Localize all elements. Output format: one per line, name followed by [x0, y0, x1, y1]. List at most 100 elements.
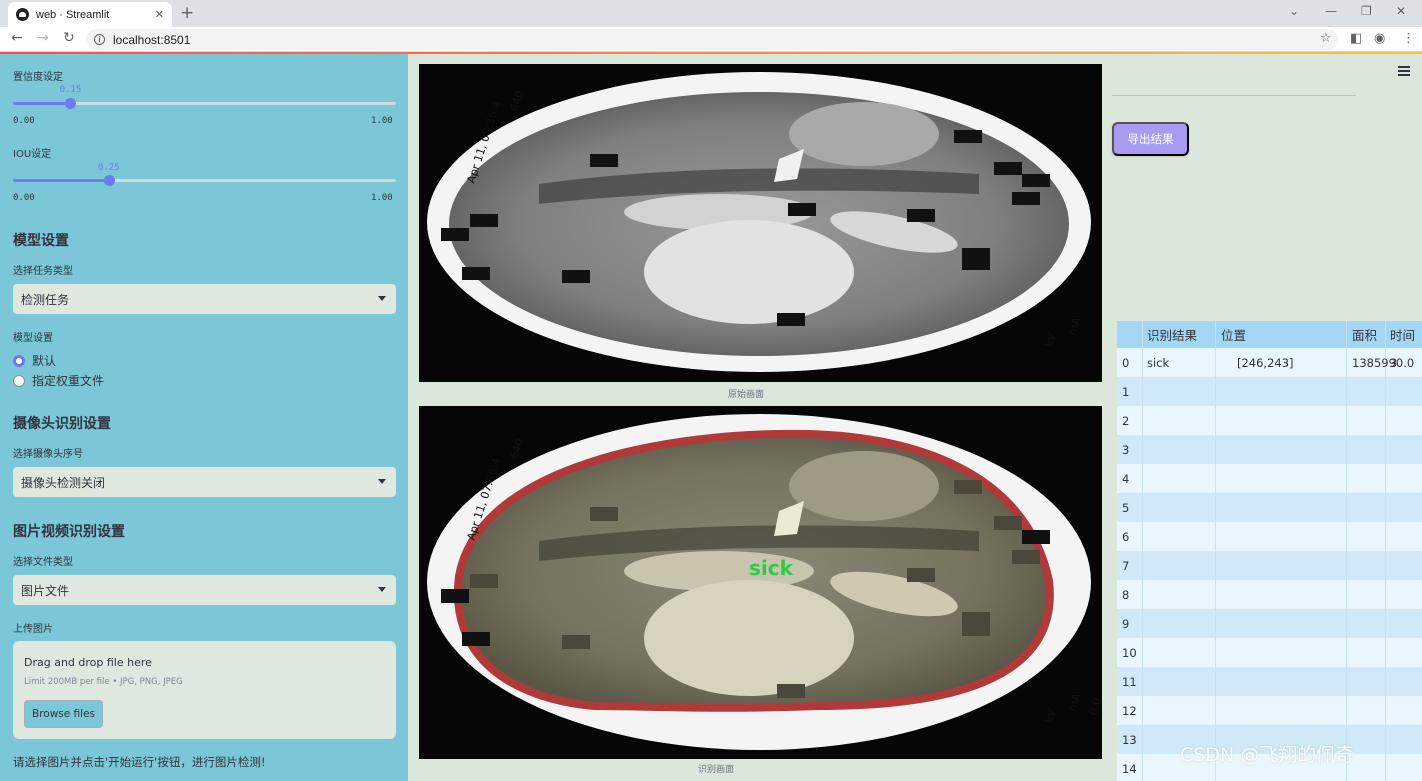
column-header[interactable]: 识别结果: [1147, 321, 1197, 348]
table-row[interactable]: 6: [1117, 522, 1422, 551]
table-cell-area: 1385990.0: [1352, 355, 1415, 370]
column-separator: [1142, 348, 1143, 377]
table-row[interactable]: 3: [1117, 435, 1422, 464]
confidence-value: 0.15: [59, 85, 82, 95]
chevron-down-icon: [378, 587, 386, 592]
task-type-select[interactable]: 检测任务: [13, 284, 396, 314]
column-separator: [1142, 406, 1143, 435]
iou-label: IOU设定: [13, 149, 52, 160]
column-separator: [1215, 696, 1216, 725]
column-separator: [1346, 551, 1347, 580]
column-separator: [1385, 609, 1386, 638]
confidence-slider[interactable]: [13, 98, 396, 109]
model-settings-heading: 模型设置: [13, 233, 69, 249]
model-label: 模型设置: [13, 333, 53, 344]
column-separator: [1215, 551, 1216, 580]
confidence-max: 1.00: [371, 116, 393, 126]
task-type-value: 检测任务: [21, 292, 70, 307]
radio-selected-icon: [13, 354, 25, 367]
confidence-slider-thumb[interactable]: [65, 98, 77, 109]
camera-value: 摄像头检测关闭: [21, 475, 106, 490]
table-cell-time: 3: [1390, 355, 1398, 370]
column-header[interactable]: 面积: [1352, 321, 1377, 348]
column-header[interactable]: 时间: [1390, 321, 1415, 348]
site-info-icon[interactable]: i: [94, 34, 105, 45]
column-separator: [1385, 580, 1386, 609]
column-separator: [1346, 522, 1347, 551]
camera-index-label: 选择摄像头序号: [13, 449, 83, 460]
column-separator: [1215, 435, 1216, 464]
table-cell-idx: 11: [1122, 674, 1137, 689]
column-separator: [1215, 667, 1216, 696]
back-icon[interactable]: ←: [11, 30, 23, 46]
column-separator: [1215, 638, 1216, 667]
close-window-icon[interactable]: ✕: [1396, 4, 1406, 18]
profile-avatar-icon[interactable]: ◉: [1374, 31, 1385, 46]
iou-slider-thumb[interactable]: [103, 175, 115, 186]
browse-files-button[interactable]: Browse files: [24, 700, 103, 728]
column-separator: [1346, 696, 1347, 725]
upload-label: 上传图片: [13, 624, 53, 635]
file-type-select[interactable]: 图片文件: [13, 575, 396, 605]
table-row[interactable]: 8: [1117, 580, 1422, 609]
tab-title: web · Streamlit: [36, 8, 110, 21]
confidence-label: 置信度设定: [13, 72, 63, 83]
table-row[interactable]: 10: [1117, 638, 1422, 667]
table-cell-idx: 12: [1122, 703, 1137, 718]
column-header[interactable]: 位置: [1221, 321, 1246, 348]
column-separator: [1215, 321, 1216, 348]
table-row[interactable]: 9: [1117, 609, 1422, 638]
column-separator: [1346, 667, 1347, 696]
column-separator: [1385, 406, 1386, 435]
browser-tabbar: web · Streamlit ✕ + ⌄ — ❐ ✕: [0, 0, 1422, 27]
table-cell-idx: 8: [1122, 587, 1130, 602]
column-separator: [1346, 464, 1347, 493]
column-separator: [1142, 377, 1143, 406]
table-row[interactable]: 5: [1117, 493, 1422, 522]
column-separator: [1346, 435, 1347, 464]
table-row[interactable]: 4: [1117, 464, 1422, 493]
bookmark-star-icon[interactable]: ☆: [1320, 31, 1332, 46]
restore-icon[interactable]: ❐: [1361, 4, 1372, 18]
minimize-icon[interactable]: —: [1325, 4, 1337, 18]
table-row[interactable]: 11: [1117, 667, 1422, 696]
column-separator: [1385, 754, 1386, 781]
radio-custom-weights-label: 指定权重文件: [32, 374, 105, 388]
table-row[interactable]: 1: [1117, 377, 1422, 406]
column-separator: [1142, 522, 1143, 551]
reload-icon[interactable]: ↻: [63, 30, 75, 46]
iou-slider-fill: [13, 179, 109, 182]
table-row[interactable]: 7: [1117, 551, 1422, 580]
side-panel-icon[interactable]: ◧: [1350, 31, 1362, 46]
radio-custom-weights[interactable]: 指定权重文件: [13, 372, 104, 389]
url-field[interactable]: i localhost:8501: [86, 29, 1338, 50]
results-table[interactable]: 识别结果 位置 面积 时间 0 sick [246,243] 1385990.0 3 1 2 3 4 5 6…: [1117, 321, 1422, 781]
column-separator: [1142, 667, 1143, 696]
file-dropzone[interactable]: Drag and drop file here Limit 200MB per …: [13, 641, 396, 739]
table-cell-idx: 13: [1122, 732, 1137, 747]
column-separator: [1385, 464, 1386, 493]
tab-search-icon[interactable]: ⌄: [1289, 4, 1299, 18]
column-separator: [1346, 493, 1347, 522]
radio-default[interactable]: 默认: [13, 352, 56, 369]
browser-tab[interactable]: web · Streamlit ✕: [8, 2, 172, 27]
column-separator: [1142, 754, 1143, 781]
dropzone-limit: Limit 200MB per file • JPG, PNG, JPEG: [24, 677, 183, 687]
forward-icon[interactable]: →: [37, 30, 49, 46]
more-menu-icon[interactable]: ⋮: [1402, 31, 1415, 46]
iou-slider[interactable]: [13, 175, 396, 186]
main-panel: Apr 11, 07:36:4 640 kV mA 原始画面 sick Apr …: [408, 54, 1422, 781]
table-row[interactable]: 0 sick [246,243] 1385990.0 3: [1117, 348, 1422, 377]
camera-select[interactable]: 摄像头检测关闭: [13, 467, 396, 497]
hamburger-menu-icon[interactable]: [1398, 66, 1410, 78]
column-separator: [1385, 667, 1386, 696]
table-row[interactable]: 12: [1117, 696, 1422, 725]
new-tab-icon[interactable]: +: [180, 4, 194, 22]
detection-label: sick: [749, 556, 794, 580]
tab-close-icon[interactable]: ✕: [155, 8, 164, 21]
result-image: sick Apr 11, 07:36:4 640 kV mA 0.0: [419, 406, 1102, 759]
column-separator: [1215, 406, 1216, 435]
column-separator: [1385, 638, 1386, 667]
table-row[interactable]: 2: [1117, 406, 1422, 435]
export-results-button[interactable]: 导出结果: [1112, 122, 1189, 156]
